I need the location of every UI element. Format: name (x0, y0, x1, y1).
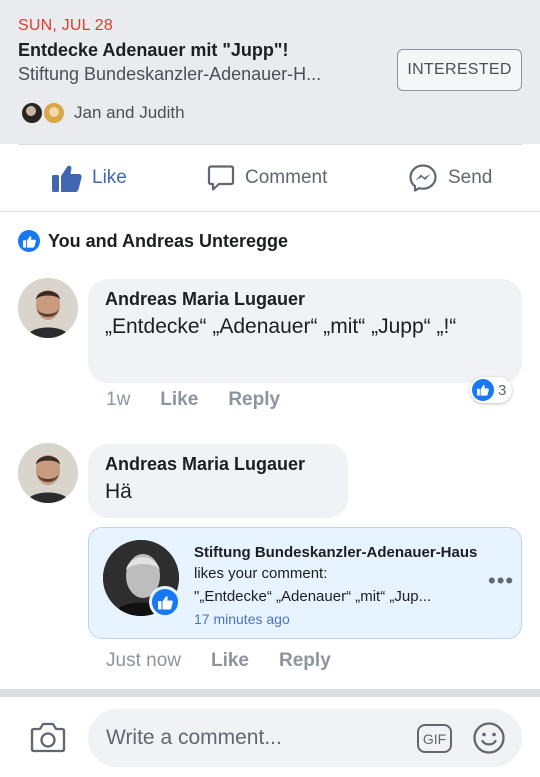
notification-card[interactable]: Stiftung Bundeskanzler-Adenauer-Haus lik… (88, 527, 522, 639)
like-reaction-icon (149, 586, 181, 618)
comment-text: Hä (105, 480, 132, 503)
comment-bubble[interactable]: Andreas Maria Lugauer Hä (88, 444, 348, 518)
avatar (20, 101, 44, 125)
like-reaction-icon (472, 379, 494, 401)
comment-composer: GIF (0, 697, 540, 777)
event-host: Stiftung Bundeskanzler-Adenauer-H... (18, 64, 322, 84)
divider (0, 689, 540, 697)
comment-time: Just now (106, 650, 181, 671)
comment-like-button[interactable]: Like (160, 389, 198, 411)
comment-bubble-icon (207, 165, 235, 191)
comment-author[interactable]: Andreas Maria Lugauer (105, 289, 505, 310)
notification-action: likes your comment: (194, 565, 328, 582)
comment-reaction-count[interactable]: 3 (470, 377, 513, 403)
event-date: SUN, JUL 28 (18, 17, 113, 34)
action-bar: Like Comment Send (0, 145, 540, 211)
notification-actor: Stiftung Bundeskanzler-Adenauer-Haus (194, 544, 478, 561)
avatar (42, 101, 66, 125)
like-button[interactable]: Like (52, 161, 127, 195)
comment-like-button[interactable]: Like (211, 650, 249, 672)
comment-label: Comment (245, 167, 328, 188)
event-title[interactable]: Entdecke Adenauer mit "Jupp"! (18, 40, 288, 61)
interested-button[interactable]: INTERESTED (397, 49, 522, 91)
avatar[interactable] (18, 443, 78, 503)
more-dots-icon[interactable]: ••• (488, 568, 514, 594)
notification-text: Stiftung Bundeskanzler-Adenauer-Haus lik… (194, 542, 479, 584)
emoji-icon[interactable] (472, 721, 506, 760)
reactions-text: You and Andreas Unteregge (48, 230, 289, 251)
camera-icon[interactable] (30, 721, 66, 758)
comment-text: „Entdecke“ „Adenauer“ „mit“ „Jupp“ „!“ (105, 315, 457, 338)
reactions-summary[interactable]: You and Andreas Unteregge (18, 230, 288, 252)
comment-input[interactable] (88, 709, 522, 767)
friends-going-text: Jan and Judith (74, 103, 185, 122)
reaction-count-value: 3 (498, 381, 507, 399)
send-label: Send (448, 167, 493, 188)
gif-icon[interactable]: GIF (417, 724, 452, 753)
friend-avatars (20, 101, 66, 125)
comment-author[interactable]: Andreas Maria Lugauer (105, 454, 331, 475)
like-thumb-icon (52, 165, 82, 192)
event-card[interactable]: SUN, JUL 28 Entdecke Adenauer mit "Jupp"… (0, 0, 540, 144)
notification-snippet: "„Entdecke“ „Adenauer“ „mit“ „Jup... (194, 588, 432, 605)
comment-meta: Just now Like Reply (106, 650, 361, 672)
divider (0, 211, 540, 212)
like-reaction-icon (18, 230, 40, 252)
send-button[interactable]: Send (408, 161, 492, 195)
messenger-icon (409, 164, 437, 192)
notification-time: 17 minutes ago (194, 611, 290, 627)
like-label: Like (92, 167, 127, 188)
comment-button[interactable]: Comment (207, 161, 327, 195)
comment-reply-button[interactable]: Reply (279, 650, 331, 672)
comment-reply-button[interactable]: Reply (228, 389, 280, 411)
comment-bubble[interactable]: Andreas Maria Lugauer „Entdecke“ „Adenau… (88, 279, 522, 383)
comment-meta: 1w Like Reply (106, 389, 310, 411)
avatar[interactable] (18, 278, 78, 338)
comment-time: 1w (106, 389, 131, 410)
